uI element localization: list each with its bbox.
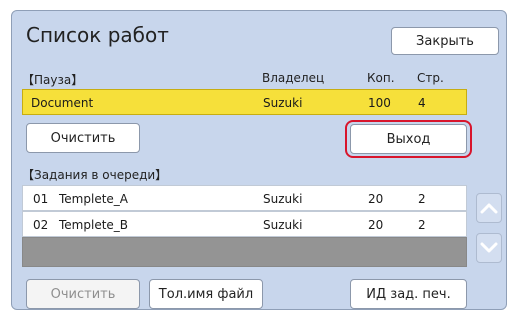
filename-only-button[interactable]: Тол.имя файл [149, 279, 263, 309]
scroll-down-button[interactable] [476, 233, 502, 263]
queue-job-pages: 2 [418, 192, 426, 206]
queue-job-name: Templete_A [59, 192, 128, 206]
job-list-panel: Список работ Закрыть 【Пауза】 Владелец Ко… [11, 10, 507, 310]
column-pages-header: Стр. [417, 71, 444, 85]
queue-job-owner: Suzuki [263, 218, 303, 232]
queue-row-2[interactable]: 02 Templete_B Suzuki 20 2 [22, 211, 467, 237]
paused-job-row[interactable]: Document Suzuki 100 4 [22, 89, 467, 115]
paused-job-pages: 4 [418, 96, 426, 110]
print-job-id-button[interactable]: ИД зад. печ. [350, 279, 467, 309]
paused-job-copies: 100 [368, 96, 391, 110]
chevron-down-icon [480, 242, 498, 253]
scroll-up-button[interactable] [476, 193, 502, 223]
queue-row-1[interactable]: 01 Templete_A Suzuki 20 2 [22, 185, 467, 211]
chevron-up-icon [480, 203, 498, 214]
column-owner-header: Владелец [262, 71, 325, 85]
window-title: Список работ [26, 23, 169, 47]
close-button[interactable]: Закрыть [391, 27, 499, 55]
column-copies-header: Коп. [367, 71, 395, 85]
clear-paused-button[interactable]: Очистить [26, 123, 140, 153]
queue-empty-area [22, 237, 467, 267]
paused-job-owner: Suzuki [263, 96, 303, 110]
paused-job-name: Document [31, 96, 94, 110]
exit-button[interactable]: Выход [350, 124, 467, 154]
queue-job-copies: 20 [368, 192, 384, 206]
queue-job-owner: Suzuki [263, 192, 303, 206]
paused-section-label: 【Пауза】 [22, 73, 84, 87]
clear-queue-button[interactable]: Очистить [26, 279, 140, 309]
queue-job-number: 01 [33, 192, 49, 206]
queue-job-name: Templete_B [59, 218, 129, 232]
queue-job-copies: 20 [368, 218, 384, 232]
queue-job-number: 02 [33, 218, 49, 232]
queue-section-label: 【Задания в очереди】 [22, 168, 168, 182]
queue-job-pages: 2 [418, 218, 426, 232]
